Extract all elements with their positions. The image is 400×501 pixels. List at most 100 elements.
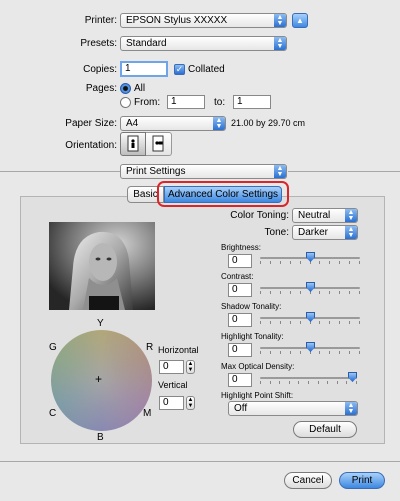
- presets-label: Presets:: [80, 38, 117, 49]
- chevron-updown-icon: ▲ ▼: [345, 226, 357, 239]
- vertical-input[interactable]: 0: [159, 396, 184, 410]
- slider-tick: [260, 351, 261, 354]
- max-optical-density-slider[interactable]: [260, 372, 357, 384]
- highlight-ring: [157, 181, 289, 207]
- slider-tick: [260, 291, 261, 294]
- highlight-tonality-slider[interactable]: [260, 342, 360, 354]
- slider-tick: [319, 291, 320, 294]
- highlight-point-shift-select[interactable]: Off ▲ ▼: [228, 401, 358, 416]
- slider-tick: [329, 351, 330, 354]
- slider-tick: [270, 261, 271, 264]
- paper-size-value: A4: [126, 118, 139, 129]
- slider-tick: [289, 381, 290, 384]
- landscape-orientation-icon: [152, 135, 164, 152]
- brightness-label: Brightness:: [221, 243, 262, 252]
- chevron-updown-icon: ▲ ▼: [345, 209, 357, 222]
- slider-tick: [270, 351, 271, 354]
- portrait-photo-icon: [49, 222, 155, 310]
- wheel-label-b: B: [97, 432, 104, 443]
- portrait-orientation-icon: [127, 135, 139, 152]
- printer-label: Printer:: [84, 15, 117, 26]
- slider-tick: [280, 351, 281, 354]
- paper-dimensions: 21.00 by 29.70 cm: [231, 118, 306, 128]
- slider-tick: [270, 291, 271, 294]
- contrast-slider[interactable]: [260, 282, 360, 294]
- disclosure-triangle-icon: ▲: [296, 16, 304, 25]
- slider-tick: [260, 261, 261, 264]
- horizontal-label: Horizontal: [158, 345, 199, 355]
- slider-tick: [329, 291, 330, 294]
- max-optical-density-input[interactable]: 0: [228, 373, 252, 387]
- slider-tick: [270, 381, 271, 384]
- portrait-button[interactable]: [120, 132, 146, 156]
- copies-input[interactable]: 1: [120, 61, 168, 77]
- paper-size-select[interactable]: A4 ▲ ▼: [120, 116, 226, 131]
- brightness-input[interactable]: 0: [228, 254, 252, 268]
- horizontal-stepper[interactable]: ▲ ▼: [186, 360, 195, 374]
- pages-all-label: All: [134, 83, 146, 94]
- slider-tick: [349, 351, 350, 354]
- slider-tick: [346, 381, 347, 384]
- pages-from-label: From:: [134, 97, 161, 108]
- collated-checkbox[interactable]: ✓: [174, 64, 185, 75]
- expand-disclosure-button[interactable]: ▲: [292, 13, 308, 28]
- printer-select[interactable]: EPSON Stylus XXXXX ▲ ▼: [120, 13, 287, 28]
- landscape-button[interactable]: [146, 132, 172, 156]
- copies-label: Copies:: [83, 64, 117, 75]
- slider-tick: [270, 321, 271, 324]
- slider-tick: [349, 321, 350, 324]
- chevron-updown-icon: ▲ ▼: [213, 117, 225, 130]
- slider-tick: [359, 321, 360, 324]
- slider-tick: [339, 291, 340, 294]
- slider-tick: [349, 291, 350, 294]
- print-button[interactable]: Print: [339, 472, 385, 489]
- slider-tick: [280, 291, 281, 294]
- slider-tick: [290, 321, 291, 324]
- section-divider-right: [288, 171, 400, 172]
- slider-tick: [319, 321, 320, 324]
- pages-to-input[interactable]: 1: [233, 95, 271, 109]
- slider-tick: [327, 381, 328, 384]
- highlight-point-shift-label: Highlight Point Shift:: [221, 391, 294, 400]
- brightness-slider[interactable]: [260, 252, 360, 264]
- pages-from-radio[interactable]: [120, 97, 131, 108]
- slider-tick: [319, 351, 320, 354]
- contrast-input[interactable]: 0: [228, 283, 252, 297]
- tone-select[interactable]: Darker ▲ ▼: [292, 225, 358, 240]
- cancel-button[interactable]: Cancel: [284, 472, 332, 489]
- slider-tick: [290, 351, 291, 354]
- pages-all-radio[interactable]: [120, 83, 131, 94]
- print-settings-select[interactable]: Print Settings ▲ ▼: [120, 164, 287, 179]
- slider-tick: [300, 321, 301, 324]
- slider-tick: [308, 381, 309, 384]
- wheel-label-g: G: [49, 342, 57, 353]
- shadow-tonality-input[interactable]: 0: [228, 313, 252, 327]
- wheel-label-c: C: [49, 408, 57, 419]
- slider-tick: [300, 261, 301, 264]
- max-optical-density-label: Max Optical Density:: [221, 362, 295, 371]
- wheel-label-m: M: [143, 408, 152, 419]
- wheel-label-y: Y: [97, 318, 104, 329]
- slider-tick: [337, 381, 338, 384]
- vertical-stepper[interactable]: ▲ ▼: [186, 396, 195, 410]
- chevron-updown-icon: ▲ ▼: [274, 14, 286, 27]
- highlight-tonality-input[interactable]: 0: [228, 343, 252, 357]
- contrast-label: Contrast:: [221, 272, 254, 281]
- shadow-tonality-slider[interactable]: [260, 312, 360, 324]
- presets-select[interactable]: Standard ▲ ▼: [120, 36, 287, 51]
- pages-from-input[interactable]: 1: [167, 95, 205, 109]
- paper-size-label: Paper Size:: [65, 118, 117, 129]
- slider-tick: [349, 261, 350, 264]
- tone-label: Tone:: [264, 227, 289, 238]
- color-toning-label: Color Toning:: [230, 210, 289, 221]
- horizontal-input[interactable]: 0: [159, 360, 184, 374]
- slider-tick: [300, 291, 301, 294]
- slider-tick: [280, 261, 281, 264]
- checkmark-icon: ✓: [175, 64, 184, 74]
- default-button[interactable]: Default: [293, 421, 357, 438]
- slider-tick: [298, 381, 299, 384]
- color-toning-select[interactable]: Neutral ▲ ▼: [292, 208, 358, 223]
- chevron-updown-icon: ▲ ▼: [345, 402, 357, 415]
- slider-tick: [329, 261, 330, 264]
- slider-tick: [339, 321, 340, 324]
